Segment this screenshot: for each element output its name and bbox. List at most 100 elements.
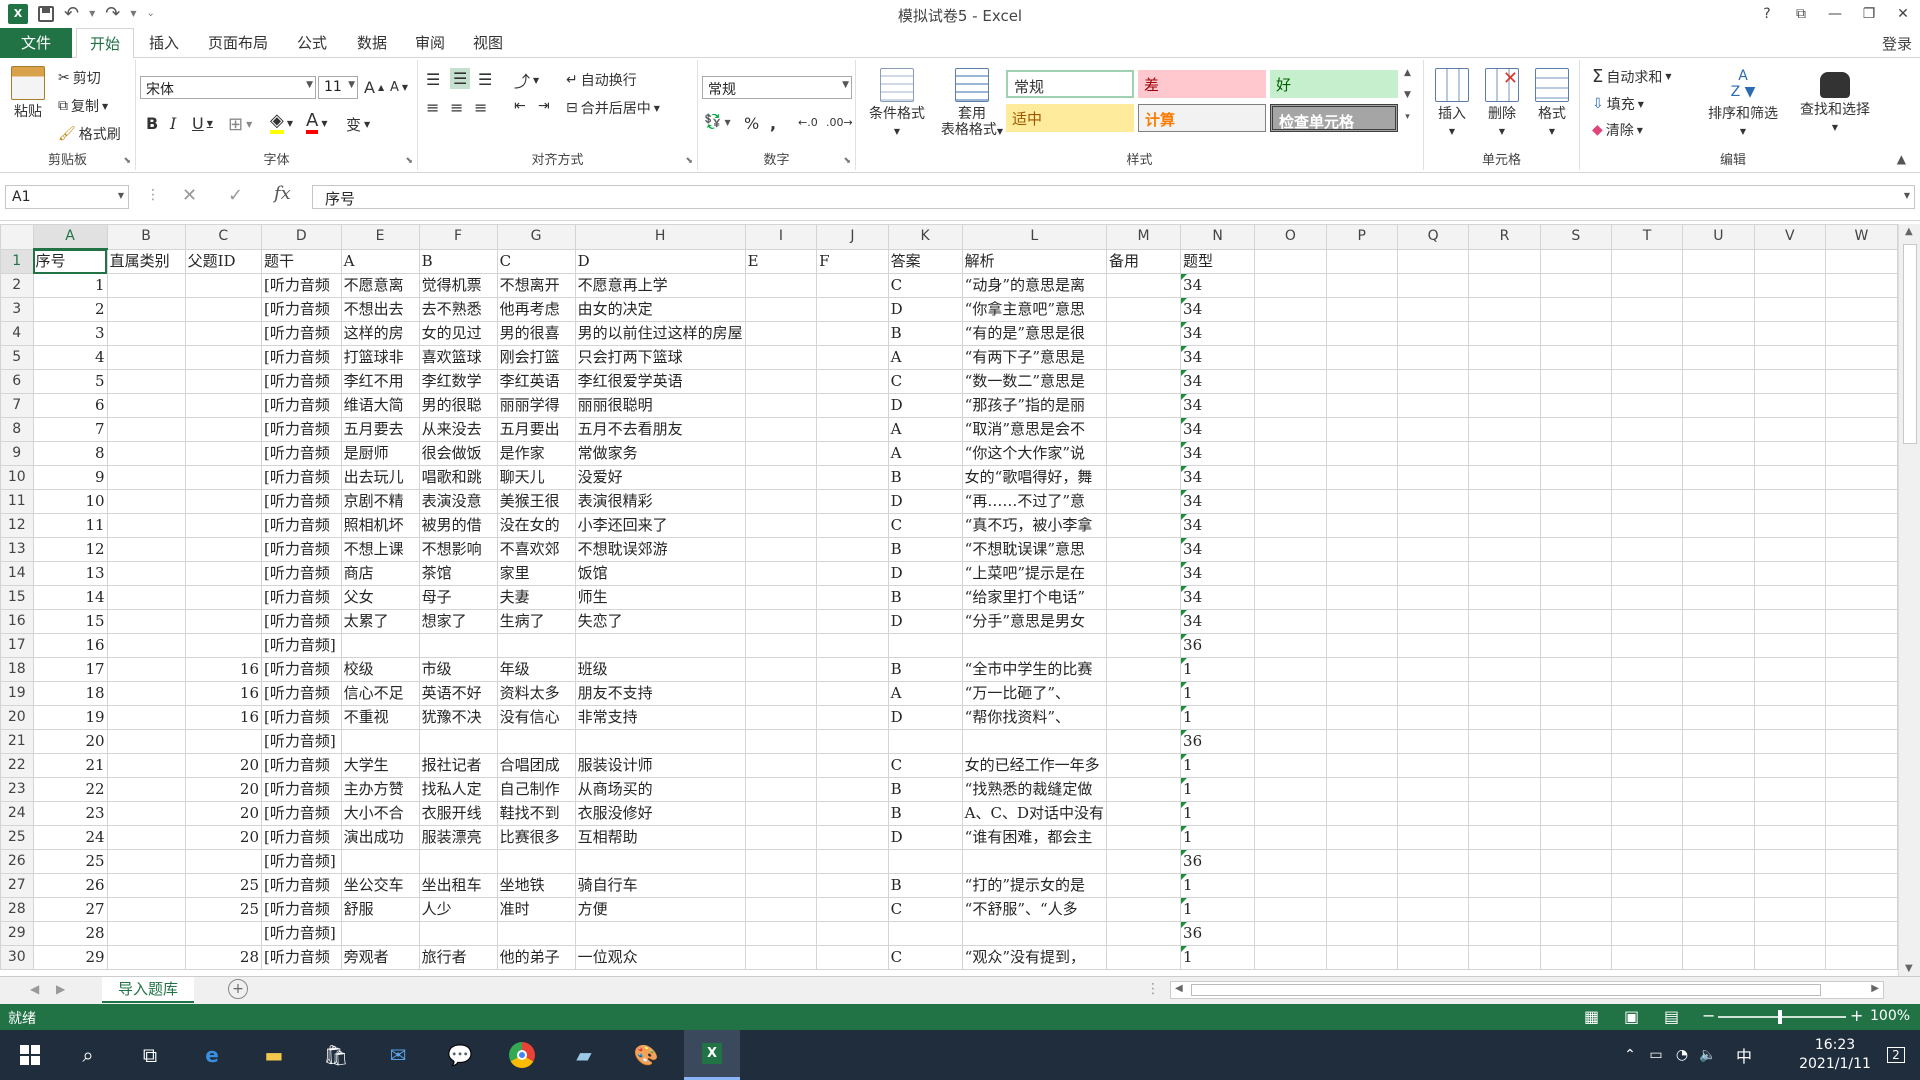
cell[interactable] [1610, 945, 1684, 970]
cell[interactable]: 34 [1180, 489, 1256, 514]
cell[interactable]: 常做家务 [574, 441, 746, 466]
volume-muted-icon[interactable]: 🔈 [1692, 1039, 1724, 1071]
cell[interactable] [1105, 921, 1182, 946]
cell[interactable] [1254, 489, 1327, 514]
cell[interactable] [1325, 585, 1398, 610]
insert-function-icon[interactable]: fx [274, 183, 291, 204]
cell[interactable]: [听力音频] [261, 921, 342, 946]
cell[interactable]: 从来没去 [418, 417, 498, 442]
cell[interactable] [1682, 801, 1755, 826]
new-sheet-icon[interactable]: + [228, 979, 248, 999]
cell[interactable]: [听力音频 [261, 873, 342, 898]
cell[interactable] [961, 633, 1108, 658]
cell[interactable] [1325, 825, 1398, 850]
cell[interactable]: 女的已经工作一年多 [961, 753, 1108, 778]
cell[interactable]: 36 [1180, 849, 1256, 874]
cell[interactable] [184, 345, 263, 370]
horizontal-scrollbar[interactable]: ◀ ▶ [1170, 981, 1884, 999]
cell[interactable] [1105, 273, 1182, 298]
cell[interactable]: 1 [1180, 681, 1256, 706]
cell[interactable] [1468, 465, 1541, 490]
style-calculation[interactable]: 计算 [1138, 104, 1266, 132]
chrome-icon[interactable] [506, 1039, 538, 1071]
cell[interactable] [744, 369, 818, 394]
cell[interactable] [1539, 417, 1612, 442]
page-break-view-icon[interactable]: ▤ [1664, 1007, 1679, 1026]
cell[interactable] [1610, 513, 1684, 538]
cell[interactable] [1753, 633, 1826, 658]
scroll-right-icon[interactable]: ▶ [1871, 983, 1879, 994]
cell[interactable] [1539, 897, 1612, 922]
cell[interactable] [1105, 345, 1182, 370]
cell[interactable] [1682, 561, 1755, 586]
cell[interactable]: 聊天儿 [496, 465, 576, 490]
cell[interactable]: 24 [32, 825, 108, 850]
grow-font-icon[interactable]: A ▲ [364, 78, 384, 97]
cell[interactable] [1105, 897, 1182, 922]
cell[interactable] [1396, 248, 1470, 274]
cell[interactable] [574, 849, 746, 874]
cell[interactable] [1682, 489, 1755, 514]
cell[interactable] [744, 585, 818, 610]
cell[interactable]: 1 [1180, 801, 1256, 826]
cell[interactable]: B [887, 585, 963, 610]
cell[interactable] [184, 297, 263, 322]
cell[interactable] [1610, 393, 1684, 418]
cell[interactable]: 失恋了 [574, 609, 746, 634]
cell[interactable]: 一位观众 [574, 945, 746, 970]
cell[interactable]: 20 [32, 729, 108, 754]
cell[interactable]: 父题ID [184, 248, 263, 274]
cell[interactable]: 从商场买的 [574, 777, 746, 802]
cell[interactable] [1105, 705, 1182, 730]
cell[interactable]: 不愿意再上学 [574, 273, 746, 298]
mail-icon[interactable]: ✉ [382, 1039, 414, 1071]
cell[interactable]: “打的”提示女的是 [961, 873, 1108, 898]
cell[interactable]: 母子 [418, 585, 498, 610]
scroll-up-icon[interactable]: ▲ [1905, 226, 1913, 237]
name-box[interactable]: A1 ▼ [5, 185, 129, 209]
cell[interactable]: A [887, 417, 963, 442]
cell[interactable] [106, 897, 186, 922]
cell[interactable]: “动身”的意思是离 [961, 273, 1108, 298]
alignment-launcher-icon[interactable]: ⬊ [685, 156, 693, 166]
cell[interactable] [1753, 945, 1826, 970]
cell[interactable]: 互相帮助 [574, 825, 746, 850]
cell[interactable]: 21 [32, 753, 108, 778]
cell[interactable] [744, 273, 818, 298]
cell[interactable] [1753, 681, 1826, 706]
cell[interactable] [1105, 849, 1182, 874]
cell[interactable] [1254, 609, 1327, 634]
cell[interactable]: 没有信心 [496, 705, 576, 730]
tab-data[interactable]: 数据 [348, 28, 396, 58]
cell[interactable]: “有两下子”意思是 [961, 345, 1108, 370]
cell[interactable] [744, 753, 818, 778]
cell[interactable] [1753, 537, 1826, 562]
cell[interactable]: 36 [1180, 921, 1256, 946]
cell[interactable]: C [496, 248, 576, 274]
cell[interactable]: 4 [32, 345, 108, 370]
cell[interactable] [1539, 753, 1612, 778]
cell[interactable]: 16 [32, 633, 108, 658]
cell[interactable]: 丽丽学得 [496, 393, 576, 418]
cell[interactable] [1396, 777, 1470, 802]
cell[interactable] [1396, 705, 1470, 730]
cell[interactable] [1824, 801, 1898, 826]
cell[interactable]: 7 [32, 417, 108, 442]
cell[interactable]: 不重视 [340, 705, 420, 730]
cell[interactable] [1105, 537, 1182, 562]
cell[interactable] [816, 417, 889, 442]
cell[interactable] [1824, 537, 1898, 562]
cell[interactable] [106, 369, 186, 394]
row-header[interactable]: 13 [0, 537, 34, 562]
cell[interactable] [1254, 873, 1327, 898]
cell[interactable]: [听力音频 [261, 777, 342, 802]
cell[interactable]: 商店 [340, 561, 420, 586]
cell[interactable] [1682, 297, 1755, 322]
cell[interactable] [1610, 489, 1684, 514]
cell[interactable]: 方便 [574, 897, 746, 922]
cell[interactable]: 刚会打篮 [496, 345, 576, 370]
cell[interactable] [106, 777, 186, 802]
align-bottom-icon[interactable]: ☰ [478, 70, 492, 89]
cell[interactable] [1610, 417, 1684, 442]
cell[interactable]: 34 [1180, 321, 1256, 346]
